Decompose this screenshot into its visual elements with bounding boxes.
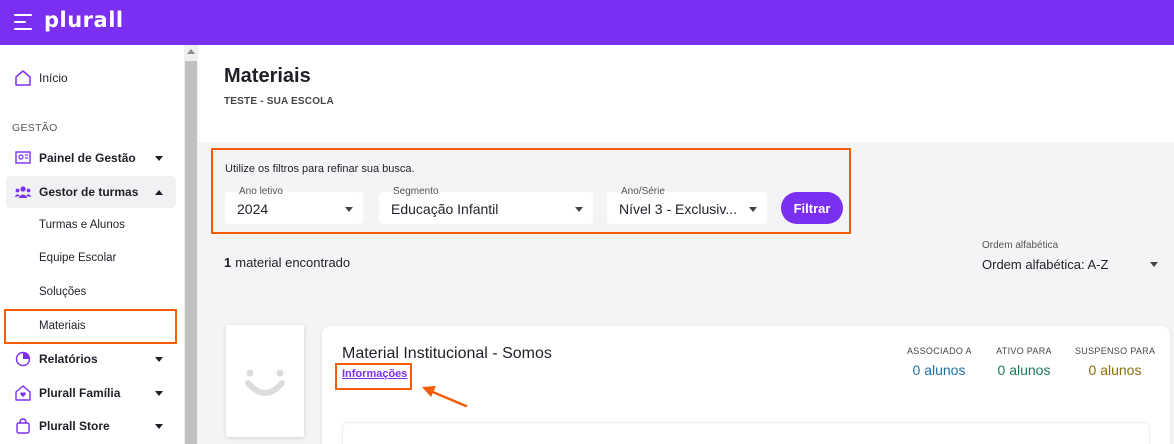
smiley-placeholder-icon (245, 369, 285, 396)
chevron-up-icon (155, 189, 163, 195)
stat-value: 0 alunos (997, 362, 1051, 378)
sidebar-subitem-label: Turmas e Alunos (39, 219, 125, 231)
dashboard-icon (15, 151, 31, 164)
sidebar-scrollbar[interactable] (184, 45, 198, 444)
chevron-down-icon (155, 423, 163, 429)
sidebar-item-plurall-store[interactable]: Plurall Store (0, 410, 184, 442)
material-title: Material Institucional - Somos (342, 345, 552, 362)
sidebar-subitem-label: Soluções (39, 286, 87, 298)
sidebar-item-gestor-de-turmas[interactable]: Gestor de turmas (0, 176, 184, 208)
reports-icon (15, 351, 31, 367)
ano-serie-value: Nível 3 - Exclusiv... (619, 201, 737, 217)
hamburger-menu-icon[interactable] (14, 14, 32, 30)
plurall-logo[interactable]: plurall (44, 8, 124, 32)
ano-letivo-label: Ano letivo (237, 186, 285, 197)
sidebar-item-label: Plurall Família (39, 386, 121, 400)
sort-select[interactable]: Ordem alfabética Ordem alfabética: A-Z (982, 240, 1158, 274)
filtrar-button[interactable]: Filtrar (781, 192, 843, 224)
sidebar-section-gestao: GESTÃO (12, 122, 58, 134)
scrollbar-thumb[interactable] (185, 61, 197, 444)
ano-serie-select[interactable]: Ano/Série Nível 3 - Exclusiv... (607, 186, 767, 224)
page-subtitle: TESTE - SUA ESCOLA (224, 96, 334, 107)
page-header: Materiais TESTE - SUA ESCOLA (198, 45, 1174, 142)
segmento-value: Educação Infantil (391, 201, 499, 217)
filter-panel: Utilize os filtros para refinar sua busc… (211, 148, 851, 234)
sidebar-subitem-label: Equipe Escolar (39, 252, 117, 264)
results-count-text: material encontrado (235, 255, 351, 270)
stat-label: ASSOCIADO A (907, 346, 972, 356)
sidebar-item-label: Painel de Gestão (39, 151, 136, 165)
annotation-arrow-icon (422, 386, 468, 408)
sort-label: Ordem alfabética (982, 240, 1059, 251)
stat-associado: ASSOCIADO A 0 alunos (907, 346, 972, 378)
segmento-select[interactable]: Segmento Educação Infantil (379, 186, 593, 224)
ano-letivo-value: 2024 (237, 201, 269, 217)
chevron-down-icon (155, 155, 163, 161)
home-icon (15, 70, 31, 86)
sidebar-subitem-equipe-escolar[interactable]: Equipe Escolar (0, 243, 184, 273)
scroll-up-icon[interactable] (187, 49, 195, 54)
stat-suspenso: SUSPENSO PARA 0 alunos (1075, 346, 1155, 378)
results-count: 1 material encontrado (224, 255, 350, 270)
top-bar: plurall (0, 0, 1174, 45)
shopping-bag-icon (16, 418, 30, 434)
stat-value: 0 alunos (912, 362, 966, 378)
sidebar-item-label: Gestor de turmas (39, 185, 139, 199)
sidebar-subitem-turmas-e-alunos[interactable]: Turmas e Alunos (0, 210, 184, 240)
sidebar-item-label: Início (39, 71, 68, 85)
chevron-down-icon (749, 207, 757, 212)
sidebar-item-plurall-familia[interactable]: Plurall Família (0, 377, 184, 409)
materiais-highlight-box (4, 309, 177, 344)
chevron-down-icon (155, 390, 163, 396)
material-cover-thumbnail[interactable] (226, 325, 304, 437)
ano-serie-label: Ano/Série (619, 186, 667, 197)
ano-letivo-select[interactable]: Ano letivo 2024 (225, 186, 363, 224)
stat-label: ATIVO PARA (996, 346, 1052, 356)
sidebar-item-relatorios[interactable]: Relatórios (0, 343, 184, 375)
segmento-label: Segmento (391, 186, 441, 197)
sidebar: Início GESTÃO Painel de Gestão Gestor de… (0, 45, 184, 444)
users-icon (14, 186, 32, 198)
sort-value: Ordem alfabética: A-Z (982, 257, 1109, 272)
sidebar-item-painel-de-gestao[interactable]: Painel de Gestão (0, 142, 184, 174)
chevron-down-icon (575, 207, 583, 212)
stat-value: 0 alunos (1088, 362, 1142, 378)
page-title: Materiais (224, 65, 311, 87)
results-count-number: 1 (224, 255, 232, 270)
sidebar-item-inicio[interactable]: Início (0, 62, 184, 94)
stat-ativo: ATIVO PARA 0 alunos (992, 346, 1056, 378)
informacoes-highlight-box (335, 363, 412, 390)
stat-label: SUSPENSO PARA (1075, 346, 1156, 356)
material-details-panel (342, 422, 1150, 444)
chevron-down-icon (345, 207, 353, 212)
sidebar-item-label: Plurall Store (39, 419, 110, 433)
chevron-down-icon (1150, 262, 1158, 267)
family-home-icon (15, 385, 31, 401)
sidebar-subitem-solucoes[interactable]: Soluções (0, 277, 184, 307)
sidebar-item-label: Relatórios (39, 352, 98, 366)
filter-hint: Utilize os filtros para refinar sua busc… (225, 163, 415, 175)
chevron-down-icon (155, 356, 163, 362)
